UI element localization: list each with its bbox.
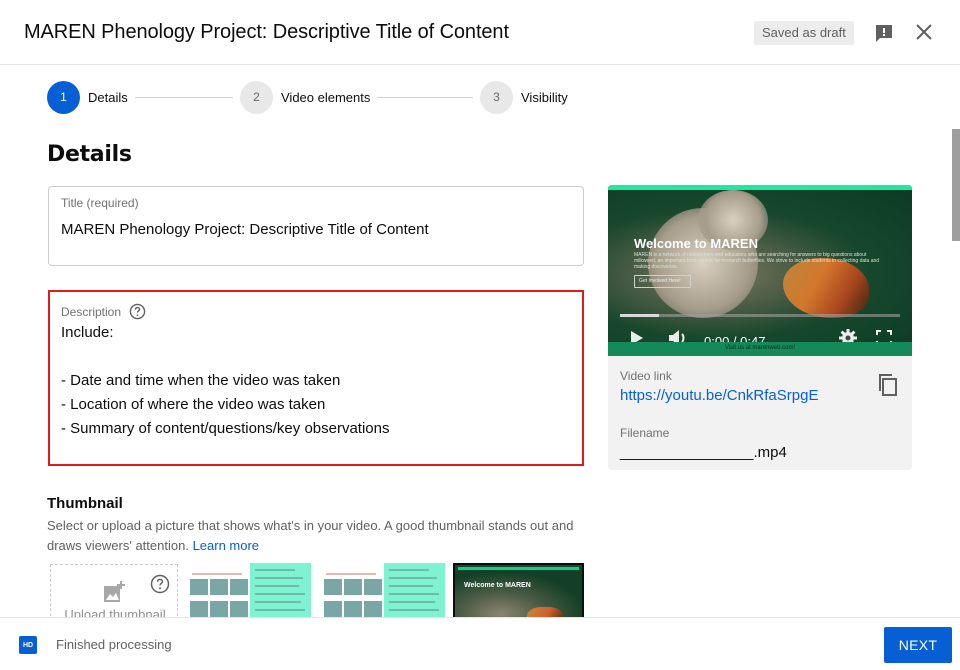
thumbnail-option[interactable] xyxy=(188,563,311,617)
step-connector xyxy=(135,97,233,98)
thumbnail-description-text: Select or upload a picture that shows wh… xyxy=(47,518,574,553)
step-number: 3 xyxy=(480,80,513,114)
hd-icon: HD xyxy=(19,636,37,654)
help-icon[interactable] xyxy=(150,574,170,594)
draft-status-badge: Saved as draft xyxy=(754,21,854,45)
processing-status: Finished processing xyxy=(56,637,172,652)
video-frame: Welcome to MAREN MAREN is a network of r… xyxy=(608,190,912,349)
description-field[interactable]: Description Include: - Date and time whe… xyxy=(48,290,584,466)
close-icon[interactable] xyxy=(914,22,934,42)
step-number: 1 xyxy=(47,80,80,114)
thumbnail-slide-grid xyxy=(188,571,248,617)
thumbnail-option[interactable] xyxy=(322,563,445,617)
thumbnail-slide-grid xyxy=(322,571,382,617)
feedback-icon[interactable] xyxy=(874,23,894,43)
upload-thumbnail-button[interactable]: Upload thumbnail xyxy=(50,564,178,617)
video-buffered-fill xyxy=(620,314,660,317)
thumbnail-description: Select or upload a picture that shows wh… xyxy=(47,516,587,556)
title-field[interactable]: Title (required) MAREN Phenology Project… xyxy=(48,186,584,266)
upload-thumbnail-label: Upload thumbnail xyxy=(64,607,166,617)
step-connector xyxy=(377,97,473,98)
step-label: Details xyxy=(88,89,128,105)
video-cta: Get Involved Here! xyxy=(634,275,691,288)
thumbnail-title: Thumbnail xyxy=(47,495,123,512)
title-input[interactable]: MAREN Phenology Project: Descriptive Tit… xyxy=(61,218,429,242)
video-link[interactable]: https://youtu.be/CnkRfaSrpgE xyxy=(620,387,818,404)
dialog-header: MAREN Phenology Project: Descriptive Tit… xyxy=(0,0,960,65)
thumbnail-option-selected[interactable]: Welcome to MAREN xyxy=(453,563,584,617)
thumbnail-image xyxy=(455,571,582,617)
video-heading: Welcome to MAREN xyxy=(634,236,758,251)
dialog-title: MAREN Phenology Project: Descriptive Tit… xyxy=(24,21,509,43)
title-field-label: Title (required) xyxy=(61,196,139,210)
video-subtext: MAREN is a network of researchers and ed… xyxy=(634,252,880,270)
thumbnail-slide-panel xyxy=(384,563,445,617)
step-video-elements[interactable]: 2 Video elements xyxy=(240,80,370,114)
filename-label: Filename xyxy=(620,426,670,440)
next-button[interactable]: NEXT xyxy=(884,627,952,663)
video-progress-bar[interactable] xyxy=(620,314,900,317)
video-link-label: Video link xyxy=(620,369,672,383)
video-player[interactable]: Welcome to MAREN MAREN is a network of r… xyxy=(608,185,912,356)
step-label: Video elements xyxy=(281,89,371,105)
dialog-footer: HD Finished processing NEXT xyxy=(0,617,960,670)
help-icon[interactable] xyxy=(129,303,146,320)
video-footer-text: Visit us at marenweb.com! xyxy=(724,345,796,351)
description-input[interactable]: Include: - Date and time when the video … xyxy=(61,321,390,441)
copy-icon[interactable] xyxy=(877,374,899,396)
video-preview-panel: Welcome to MAREN MAREN is a network of r… xyxy=(608,185,912,470)
scrollbar-thumb[interactable] xyxy=(952,129,960,241)
step-number: 2 xyxy=(240,80,273,114)
thumbnail-caption: Welcome to MAREN xyxy=(464,582,531,589)
step-details[interactable]: 1 Details xyxy=(47,80,128,114)
step-label: Visibility xyxy=(521,89,568,105)
butterfly-image xyxy=(527,607,563,617)
filename-value: ________________.mp4 xyxy=(620,444,787,461)
description-label-text: Description xyxy=(61,304,122,319)
section-title: Details xyxy=(47,142,132,167)
description-field-label: Description xyxy=(61,303,146,320)
step-visibility[interactable]: 3 Visibility xyxy=(480,80,568,114)
thumbnail-options: Upload thumbnail Welcome to MAREN xyxy=(50,563,590,617)
video-footer-banner: Visit us at marenweb.com! xyxy=(608,342,912,356)
thumbnail-slide-panel xyxy=(250,563,311,617)
upload-stepper: 1 Details 2 Video elements 3 Visibility xyxy=(47,80,607,114)
learn-more-link[interactable]: Learn more xyxy=(193,538,259,553)
add-photo-icon xyxy=(104,581,125,602)
